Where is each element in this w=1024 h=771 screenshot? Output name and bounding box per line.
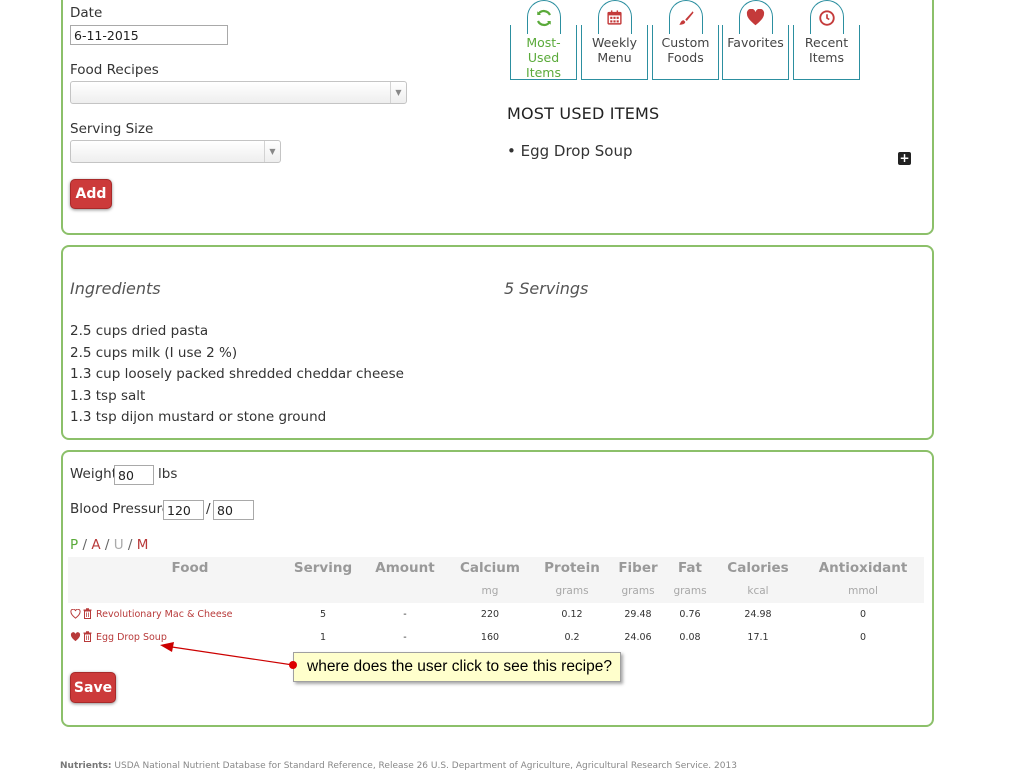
tab-weekly-menu[interactable]: Weekly Menu — [581, 0, 648, 80]
cell-serving: 5 — [319, 609, 327, 620]
date-input[interactable] — [70, 25, 228, 45]
cell-fat: 0.08 — [679, 632, 701, 643]
chevron-down-icon: ▼ — [264, 141, 280, 162]
col-unit: grams — [673, 585, 707, 597]
chevron-down-icon: ▼ — [390, 82, 406, 103]
most-used-title: MOST USED ITEMS — [507, 104, 660, 123]
cell-amount: - — [403, 609, 407, 620]
tab-label: Favorites — [727, 35, 784, 50]
cell-protein: 0.12 — [561, 609, 583, 620]
col-header-amount: Amount — [375, 560, 435, 576]
ingredient-item: 2.5 cups dried pasta — [70, 323, 209, 339]
most-used-item[interactable]: • Egg Drop Soup — [507, 142, 633, 160]
cell-fiber: 24.06 — [624, 632, 652, 643]
annotation-callout: where does the user click to see this re… — [293, 652, 621, 682]
serving-size-select[interactable]: ▼ — [70, 140, 281, 163]
meal-filter-u[interactable]: U — [114, 537, 124, 553]
bp-systolic-input[interactable] — [163, 500, 204, 520]
heart-outline-icon[interactable] — [70, 609, 81, 619]
blood-pressure-label: Blood Pressure — [70, 501, 171, 517]
cell-calories: 17.1 — [747, 632, 769, 643]
tab-label: Recent Items — [804, 35, 849, 65]
ingredient-item: 1.3 tsp dijon mustard or stone ground — [70, 409, 327, 425]
ingredients-heading: Ingredients — [70, 279, 161, 298]
ingredient-item: 1.3 cup loosely packed shredded cheddar … — [70, 366, 404, 382]
col-header-calcium: Calcium — [460, 560, 520, 576]
tab-recent-items[interactable]: Recent Items — [793, 0, 860, 80]
cell-fat: 0.76 — [679, 609, 701, 620]
col-unit: grams — [621, 585, 655, 597]
col-unit: mmol — [848, 585, 878, 597]
col-header-fat: Fat — [678, 560, 702, 576]
food-link-mac-cheese[interactable]: Revolutionary Mac & Cheese — [96, 609, 233, 620]
food-recipes-label: Food Recipes — [70, 62, 159, 78]
heart-icon — [738, 0, 773, 34]
footer-source: Nutrients: USDA National Nutrient Databa… — [60, 761, 737, 771]
col-header-protein: Protein — [544, 560, 600, 576]
serving-size-label: Serving Size — [70, 121, 154, 137]
weight-input[interactable] — [114, 465, 154, 485]
tab-favorites[interactable]: Favorites — [722, 0, 789, 80]
plus-icon[interactable]: + — [898, 152, 911, 165]
tab-most-used[interactable]: Most-Used Items — [510, 0, 577, 80]
col-header-fiber: Fiber — [618, 560, 658, 576]
tab-label: Most-Used Items — [526, 35, 561, 80]
brush-icon — [668, 0, 703, 34]
cell-calcium: 160 — [480, 632, 500, 643]
trash-icon[interactable] — [83, 608, 92, 619]
callout-anchor-dot — [289, 661, 297, 669]
refresh-icon — [526, 0, 561, 34]
cell-calories: 24.98 — [744, 609, 772, 620]
meal-filter-p[interactable]: P — [70, 537, 78, 553]
meal-filter-m[interactable]: M — [137, 537, 149, 553]
food-recipes-select[interactable]: ▼ — [70, 81, 407, 104]
bp-separator: / — [206, 501, 211, 517]
ingredient-item: 2.5 cups milk (I use 2 %) — [70, 345, 238, 361]
tab-label: Weekly Menu — [591, 35, 638, 65]
annotation-text: where does the user click to see this re… — [307, 658, 612, 675]
col-unit: kcal — [747, 585, 769, 597]
heart-filled-icon[interactable] — [70, 632, 81, 642]
tab-label: Custom Foods — [661, 35, 710, 65]
cell-amount: - — [403, 632, 407, 643]
col-header-antioxidant: Antioxidant — [818, 560, 908, 576]
food-link-egg-drop-soup[interactable]: Egg Drop Soup — [96, 632, 167, 643]
cell-antioxidant: 0 — [859, 609, 867, 620]
save-button[interactable]: Save — [70, 672, 116, 703]
col-header-calories: Calories — [727, 560, 789, 576]
cell-antioxidant: 0 — [859, 632, 867, 643]
meal-filter: P / A / U / M — [70, 537, 149, 553]
col-unit: mg — [481, 585, 499, 597]
cell-serving: 1 — [319, 632, 327, 643]
cell-protein: 0.2 — [564, 632, 580, 643]
cell-calcium: 220 — [480, 609, 500, 620]
col-header-food: Food — [171, 560, 209, 576]
servings-count: 5 Servings — [504, 279, 589, 298]
ingredient-item: 1.3 tsp salt — [70, 388, 146, 404]
col-unit: grams — [555, 585, 589, 597]
cell-fiber: 29.48 — [624, 609, 652, 620]
col-header-serving: Serving — [293, 560, 353, 576]
tab-custom-foods[interactable]: Custom Foods — [652, 0, 719, 80]
weight-unit: lbs — [158, 466, 178, 482]
date-label: Date — [70, 5, 103, 21]
calendar-icon — [597, 0, 632, 34]
meal-filter-a[interactable]: A — [91, 537, 100, 553]
weight-label: Weight — [70, 466, 118, 482]
add-button[interactable]: Add — [70, 179, 112, 209]
trash-icon[interactable] — [83, 631, 92, 642]
bp-diastolic-input[interactable] — [213, 500, 254, 520]
clock-icon — [809, 0, 844, 34]
